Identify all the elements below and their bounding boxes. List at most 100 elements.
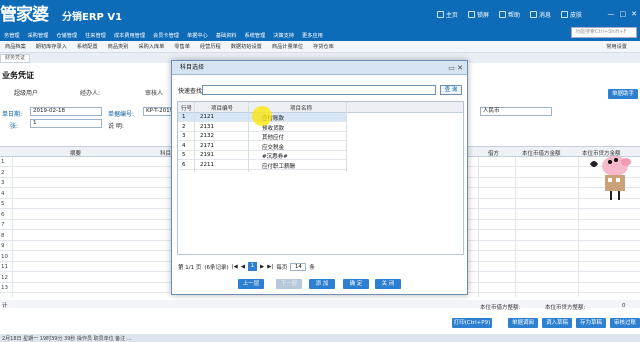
save-draft-button[interactable]: 存为草稿 xyxy=(576,318,606,328)
nav-item[interactable]: 往来管理 xyxy=(81,32,110,39)
message-link[interactable]: 消息 xyxy=(529,10,551,19)
query-button[interactable]: 查 询 xyxy=(440,85,462,95)
row-number: 3 xyxy=(1,180,5,186)
confirm-button[interactable]: 确 定 xyxy=(343,279,369,289)
shortcut-item[interactable]: 系统配置 xyxy=(72,43,103,50)
prev-page-icon[interactable]: ◀ xyxy=(241,264,245,270)
down-level-button[interactable]: 下一层 xyxy=(276,279,302,289)
col-summary: 摘要 xyxy=(70,151,82,157)
maximize-icon[interactable]: □ xyxy=(620,10,627,18)
row-number: 6 xyxy=(1,211,5,218)
shortcut-item[interactable]: 采购入库单 xyxy=(133,43,169,50)
function-search-input[interactable]: 功能搜索Ctrl+Shift+F xyxy=(571,27,637,38)
shortcut-item[interactable]: 存货仓库 xyxy=(308,43,339,50)
footer-total-label: 计 xyxy=(2,303,8,309)
subject-no: 5 xyxy=(182,152,186,158)
row-number: 1 xyxy=(1,159,5,165)
shortcut-item[interactable]: 商品类别 xyxy=(103,43,134,50)
approver-label: 审核人 xyxy=(145,90,164,97)
row-number: 8 xyxy=(1,232,5,239)
quick-find-input[interactable] xyxy=(202,85,436,95)
shortcut-item[interactable]: 经营历程 xyxy=(195,43,226,50)
page-info: 第 1/1 页 xyxy=(178,264,202,271)
last-page-icon[interactable]: ▶| xyxy=(267,264,273,270)
load-draft-button[interactable]: 调入草稿 xyxy=(542,318,572,328)
common-settings-link[interactable]: 常用设置 xyxy=(601,43,632,50)
shortcut-item[interactable]: 期初库存录入 xyxy=(31,43,72,50)
message-icon xyxy=(529,11,537,18)
subject-code: 2132 xyxy=(200,133,214,139)
app-logo: 管家婆 xyxy=(0,5,49,25)
close-icon[interactable]: ✕ xyxy=(631,10,637,18)
nav-item[interactable]: 仓储管理 xyxy=(52,32,81,39)
lock-icon xyxy=(467,11,475,18)
main-nav: 务管理 采购管理 仓储管理 往来管理 成本费用管理 会员卡管理 单据中心 基础资… xyxy=(0,30,640,41)
first-page-icon[interactable]: |◀ xyxy=(232,264,238,270)
close-button[interactable]: 关 闭 xyxy=(375,279,401,289)
nav-item[interactable]: 会员卡管理 xyxy=(149,32,183,39)
date-input[interactable]: 2019-02-18 xyxy=(30,107,102,116)
subject-row[interactable]: 6 2211 应付职工薪酬 xyxy=(178,161,346,170)
nav-item[interactable]: 成本费用管理 xyxy=(110,32,149,39)
col-name: 项目名称 xyxy=(290,106,313,112)
subject-row[interactable]: 4 2171 应交税金 xyxy=(178,142,346,151)
subject-code: 2191 xyxy=(200,152,214,158)
subject-select-dialog: 科目选择 ▭ ✕ 快速查找 查 询 行号 项目编号 项目名称 1 2121 应付账款… xyxy=(171,60,468,295)
nav-item[interactable]: 决策支持 xyxy=(269,32,298,39)
help-icon xyxy=(498,11,506,18)
help-link[interactable]: 帮助 xyxy=(498,10,520,19)
nav-item[interactable]: 系统管理 xyxy=(241,32,270,39)
subject-row[interactable]: 5 2191 #沉惠券# xyxy=(178,151,346,160)
subject-table: 行号 项目编号 项目名称 1 2121 应付账款 2 2131 预收货款 3 2132 其他应付… xyxy=(177,101,464,255)
row-number: 7 xyxy=(1,222,5,228)
shortcut-item[interactable]: 商品档案 xyxy=(0,43,31,50)
next-page-icon[interactable]: ▶ xyxy=(260,264,264,270)
nav-item[interactable]: 务管理 xyxy=(0,32,24,39)
doc-lookup-button[interactable]: 单据调阅 xyxy=(508,318,538,328)
print-button[interactable]: 打印(Ctrl+P9) xyxy=(452,318,492,328)
nav-item[interactable]: 采购管理 xyxy=(24,32,53,39)
pager: 第 1/1 页 (6条记录) |◀ ◀ 1 ▶ ▶| 每页 14 条 xyxy=(178,261,463,272)
row-number: 10 xyxy=(1,253,8,260)
subject-code: 2211 xyxy=(200,161,214,168)
product-name: 分销ERP V1 xyxy=(62,12,123,23)
up-level-button[interactable]: 上一层 xyxy=(238,279,264,289)
row-number: 9 xyxy=(1,243,5,249)
row-number: 12 xyxy=(1,274,8,281)
skin-link[interactable]: 皮肤 xyxy=(560,10,582,19)
row-number: 13 xyxy=(1,285,8,291)
subject-code: 2121 xyxy=(200,114,214,120)
note-label: 说 明: xyxy=(108,123,124,130)
org-value: 超级用户 xyxy=(14,90,39,97)
col-debit: 借方 xyxy=(488,151,500,157)
lock-link[interactable]: 锁屏 xyxy=(467,10,489,19)
window-controls: — □ ✕ xyxy=(608,10,638,18)
current-page[interactable]: 1 xyxy=(247,262,257,271)
subject-code: 2171 xyxy=(200,142,214,149)
page-size-input[interactable]: 14 xyxy=(290,262,307,271)
nav-item[interactable]: 单据中心 xyxy=(183,32,212,39)
shortcut-item[interactable]: 商品计量单位 xyxy=(267,43,308,50)
add-button[interactable]: 添 加 xyxy=(309,279,335,289)
home-link[interactable]: 主页 xyxy=(436,10,458,19)
credit-total-value: 0 xyxy=(622,303,626,309)
peppa-sticker-icon xyxy=(590,156,631,200)
nav-item[interactable]: 更多应用 xyxy=(298,32,327,39)
shortcut-item[interactable]: 数据初始设置 xyxy=(226,43,267,50)
page-size-unit: 条 xyxy=(309,264,315,271)
subject-no: 2 xyxy=(182,123,186,130)
subject-no: 3 xyxy=(182,133,186,139)
subject-row[interactable]: 3 2132 其他应付 xyxy=(178,132,346,141)
currency-select[interactable]: 人民币 xyxy=(480,107,552,116)
subject-name: #沉惠券# xyxy=(262,154,288,160)
tab-voucher[interactable]: 财务凭证 xyxy=(0,54,31,63)
nav-item[interactable]: 基础资料 xyxy=(212,32,241,39)
shortcut-item[interactable]: 零售单 xyxy=(169,43,195,50)
col-code: 项目编号 xyxy=(211,106,234,112)
minimize-icon[interactable]: — xyxy=(608,10,615,18)
dialog-close-icon[interactable]: ✕ xyxy=(457,64,463,72)
post-button[interactable]: 审核过账(F8) xyxy=(610,318,640,336)
dialog-minimize-icon[interactable]: ▭ xyxy=(448,64,455,72)
doc-helper-button[interactable]: 单据助手 xyxy=(608,89,638,99)
attachment-input[interactable]: 1 xyxy=(30,119,102,128)
